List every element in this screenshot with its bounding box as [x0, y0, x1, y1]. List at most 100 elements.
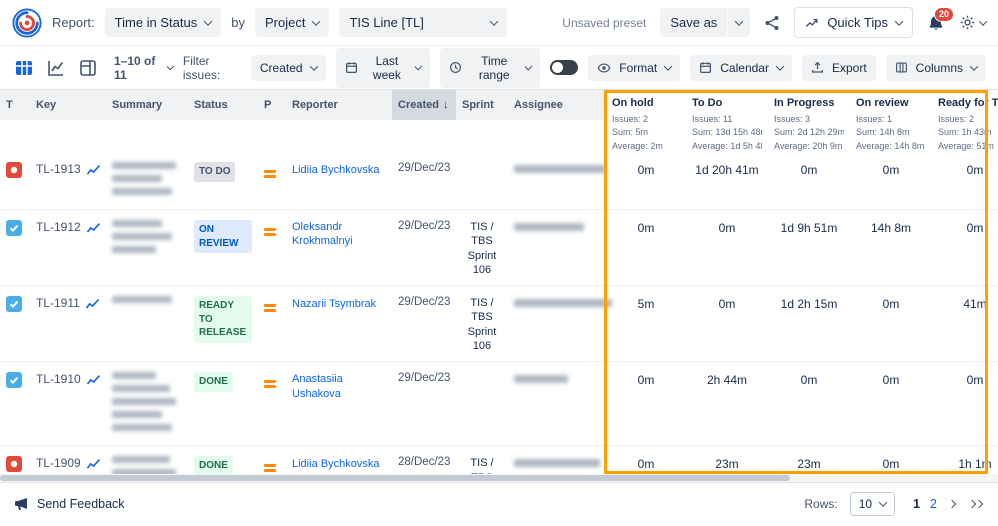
last-page-button[interactable]	[967, 499, 984, 509]
report-type-value: Time in Status	[114, 15, 198, 30]
save-as-menu-button[interactable]	[728, 8, 751, 37]
chevron-down-icon	[878, 497, 888, 507]
created-cell: 29/Dec/23	[398, 296, 451, 309]
share-icon[interactable]	[764, 15, 780, 31]
horizontal-scrollbar[interactable]	[0, 474, 998, 482]
status-column-header[interactable]: On review Issues: 1 Sum: 14h 8m Average:…	[850, 90, 932, 152]
scrollbar-thumb[interactable]	[0, 475, 790, 481]
topbar: Report: Time in Status by Project TIS Li…	[0, 0, 998, 46]
time-range-dropdown[interactable]: Time range	[440, 47, 541, 88]
time-in-status-value: 0m	[966, 221, 984, 235]
chevron-down-icon	[414, 62, 423, 70]
chevron-right-icon	[947, 499, 957, 508]
table-row: TL-1910 DONE Anastasiia Ushakova 29/Dec/…	[0, 362, 998, 447]
col-header-summary[interactable]: Summary	[106, 90, 188, 120]
assignee-cell	[508, 446, 606, 475]
issue-range-value: 1–10 of 11	[114, 53, 156, 82]
app-logo[interactable]	[12, 7, 42, 38]
time-in-status-value: 2h 44m	[706, 373, 748, 388]
issue-key-link[interactable]: TL-1909	[36, 456, 81, 470]
next-page-button[interactable]	[947, 499, 957, 509]
board-view-icon[interactable]	[76, 56, 100, 80]
chart-view-icon[interactable]	[44, 56, 68, 80]
reporter-link[interactable]: Lidiia Bychkovska	[292, 163, 379, 177]
group-by-dropdown[interactable]: Project	[254, 8, 330, 37]
chevron-down-icon	[490, 16, 499, 26]
status-column-header[interactable]: To Do Issues: 11 Sum: 13d 15h 48m Averag…	[686, 90, 768, 152]
col-header-key[interactable]: Key	[30, 90, 106, 120]
col-header-status[interactable]: Status	[188, 90, 258, 120]
issue-chart-icon[interactable]	[86, 221, 101, 234]
send-feedback-button[interactable]: Send Feedback	[14, 496, 125, 512]
status-average: Average: 1d 5h 48m	[692, 140, 762, 151]
quick-tips-button[interactable]: Quick Tips	[794, 7, 913, 38]
status-average: Average: 51m	[938, 140, 994, 151]
status-column-name: In Progress	[774, 97, 835, 109]
sort-desc-icon: ↓	[442, 99, 449, 111]
status-average: Average: 20h 9m	[774, 140, 843, 151]
col-header-assignee[interactable]: Assignee	[508, 90, 606, 120]
issue-key-link[interactable]: TL-1911	[36, 296, 80, 310]
save-as-button[interactable]: Save as	[660, 8, 728, 37]
settings-button[interactable]	[959, 14, 988, 31]
reporter-link[interactable]: Oleksandr Krokhmalnyi	[292, 220, 386, 249]
status-column-header[interactable]: Ready for Tes Issues: 2 Sum: 1h 43m Aver…	[932, 90, 998, 152]
created-cell: 28/Dec/23	[398, 456, 451, 469]
notifications-button[interactable]: 20	[927, 6, 954, 32]
table-view-icon[interactable]	[12, 56, 36, 80]
calendar-dropdown[interactable]: Calendar	[690, 54, 792, 81]
reporter-link[interactable]: Nazarii Tsymbrak	[292, 297, 376, 311]
page-1-button[interactable]: 1	[913, 497, 920, 511]
format-dropdown[interactable]: Format	[588, 54, 681, 81]
topbar-actions: Unsaved preset Save as Quick Tips 20	[562, 6, 988, 38]
status-cell: TO DO	[188, 152, 258, 190]
format-label: Format	[619, 60, 658, 75]
table-header-row: T Key Summary Status P Reporter Created …	[0, 90, 998, 152]
issue-chart-icon[interactable]	[86, 163, 101, 176]
calendar-label: Calendar	[720, 60, 769, 75]
task-icon	[6, 220, 22, 236]
project-dropdown[interactable]: TIS Line [TL]	[339, 8, 508, 37]
status-sum: Sum: 13d 15h 48m	[692, 127, 762, 137]
export-button[interactable]: Export	[801, 54, 876, 81]
filter-field-dropdown[interactable]: Created	[250, 54, 326, 81]
status-issues-count: Issues: 1	[856, 113, 893, 124]
reporter-link[interactable]: Lidiia Bychkovska	[292, 457, 379, 471]
issue-range-dropdown[interactable]: 1–10 of 11	[114, 53, 175, 82]
status-column-header[interactable]: On hold Issues: 2 Sum: 5m Average: 2m	[606, 90, 686, 152]
issue-key-link[interactable]: TL-1912	[36, 220, 81, 234]
col-header-priority[interactable]: P	[258, 90, 286, 120]
col-header-type[interactable]: T	[0, 90, 30, 120]
created-label: Created	[398, 99, 439, 111]
issue-chart-icon[interactable]	[86, 373, 101, 386]
save-as-split-button: Save as	[660, 8, 751, 37]
time-range-label: Time range	[478, 53, 510, 82]
page-2-button[interactable]: 2	[930, 497, 937, 511]
col-header-created[interactable]: Created ↓	[392, 90, 456, 120]
chevron-down-icon	[775, 61, 785, 71]
reporter-link[interactable]: Anastasiia Ushakova	[292, 372, 386, 401]
bug-icon	[6, 456, 22, 473]
columns-dropdown[interactable]: Columns	[885, 54, 987, 81]
task-icon	[6, 296, 22, 313]
issue-chart-icon[interactable]	[85, 297, 100, 310]
report-type-dropdown[interactable]: Time in Status	[104, 8, 222, 37]
time-in-status-value: 0m	[637, 221, 655, 235]
status-badge: TO DO	[194, 162, 236, 182]
col-header-reporter[interactable]: Reporter	[286, 90, 392, 120]
status-cell: READY TO RELEASE	[188, 286, 258, 351]
status-issues-count: Issues: 2	[938, 113, 975, 124]
created-cell: 29/Dec/23	[398, 162, 451, 174]
issue-key-link[interactable]: TL-1913	[36, 162, 81, 176]
period-dropdown[interactable]: Last week	[335, 47, 431, 88]
col-header-sprint[interactable]: Sprint	[456, 90, 508, 120]
status-badge: DONE	[194, 456, 233, 476]
rows-per-page-dropdown[interactable]: 10	[849, 491, 896, 516]
toolbar: 1–10 of 11 Filter issues: Created Last w…	[0, 46, 998, 90]
view-toggle[interactable]	[550, 60, 579, 75]
priority-medium-icon	[264, 228, 276, 231]
issue-chart-icon[interactable]	[86, 457, 101, 470]
status-column-header[interactable]: In Progress Issues: 3 Sum: 2d 12h 29m Av…	[768, 90, 850, 152]
toolbar-right: Format Calendar Export Columns	[550, 54, 987, 81]
issue-key-link[interactable]: TL-1910	[36, 372, 81, 386]
